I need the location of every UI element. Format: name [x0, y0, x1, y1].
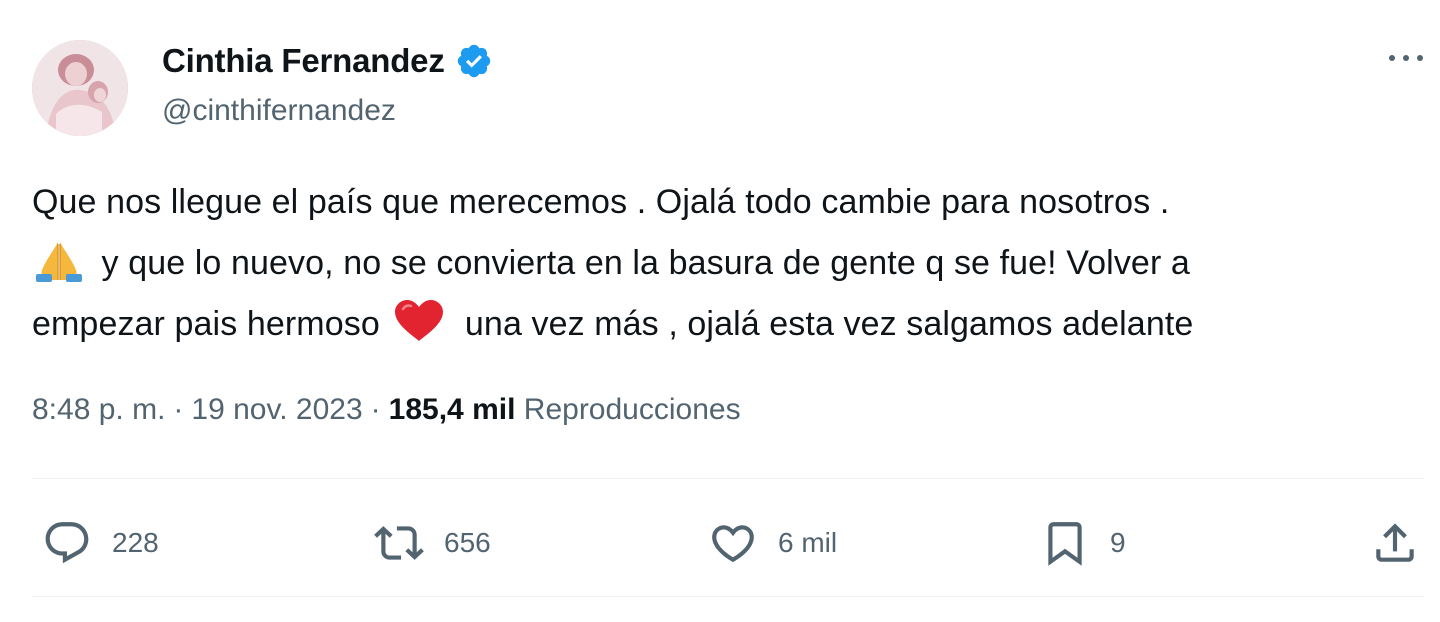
folded-hands-emoji: [32, 240, 86, 282]
tweet-line-2: y que lo nuevo, no se convierta en la ba…: [32, 233, 1432, 294]
tweet-line-3: empezar pais hermoso una vez más , ojalá…: [32, 294, 1432, 355]
views-label: Reproducciones: [523, 393, 741, 426]
share-button[interactable]: [1370, 508, 1420, 578]
tweet-line-4-text: una vez más , ojalá esta vez salgamos ad…: [455, 305, 1194, 343]
display-name-text: Cinthia Fernandez: [162, 42, 445, 79]
like-count: 6 mil: [778, 527, 838, 558]
bookmark-button[interactable]: 9: [1040, 508, 1126, 578]
avatar-photo: [32, 40, 128, 136]
action-bar: 228 656 6 mil 9: [0, 508, 1440, 578]
tweet-line-1: Que nos llegue el país que merecemos . O…: [32, 183, 1170, 221]
verified-badge-icon[interactable]: [455, 42, 493, 80]
avatar[interactable]: [32, 40, 128, 136]
bookmark-count: 9: [1110, 527, 1126, 558]
divider-bottom: [32, 596, 1424, 597]
tweet-time[interactable]: 8:48 p. m.: [32, 393, 165, 426]
more-icon: [1389, 55, 1423, 61]
reply-button[interactable]: 228: [42, 508, 159, 578]
more-button[interactable]: [1382, 36, 1430, 80]
divider: [32, 478, 1424, 479]
reply-icon: [45, 522, 89, 564]
retweet-button[interactable]: 656: [374, 508, 491, 578]
heart-icon: [712, 525, 754, 563]
tweet-date[interactable]: 19 nov. 2023: [191, 393, 362, 426]
meta-separator: ·: [173, 393, 184, 426]
tweet-line-3-text: empezar pais hermoso: [32, 305, 390, 343]
retweet-count: 656: [444, 527, 491, 558]
meta-separator-2: ·: [370, 393, 381, 426]
share-icon: [1376, 523, 1414, 562]
display-name[interactable]: Cinthia Fernandez: [162, 42, 493, 80]
like-button[interactable]: 6 mil: [708, 508, 837, 578]
retweet-icon: [374, 526, 424, 560]
user-handle[interactable]: @cinthifernandez: [162, 94, 396, 128]
red-heart-emoji: [393, 299, 445, 343]
tweet-text: Que nos llegue el país que merecemos . O…: [32, 172, 1432, 355]
views-count: 185,4 mil: [388, 393, 516, 426]
tweet-card: Cinthia Fernandez @cinthifernandez Que n…: [0, 0, 1440, 622]
reply-count: 228: [112, 527, 159, 558]
bookmark-icon: [1048, 522, 1082, 566]
tweet-meta: 8:48 p. m. · 19 nov. 2023 · 185,4 mil Reprod…: [32, 393, 741, 427]
tweet-line-2-text: y que lo nuevo, no se convierta en la ba…: [92, 244, 1190, 282]
